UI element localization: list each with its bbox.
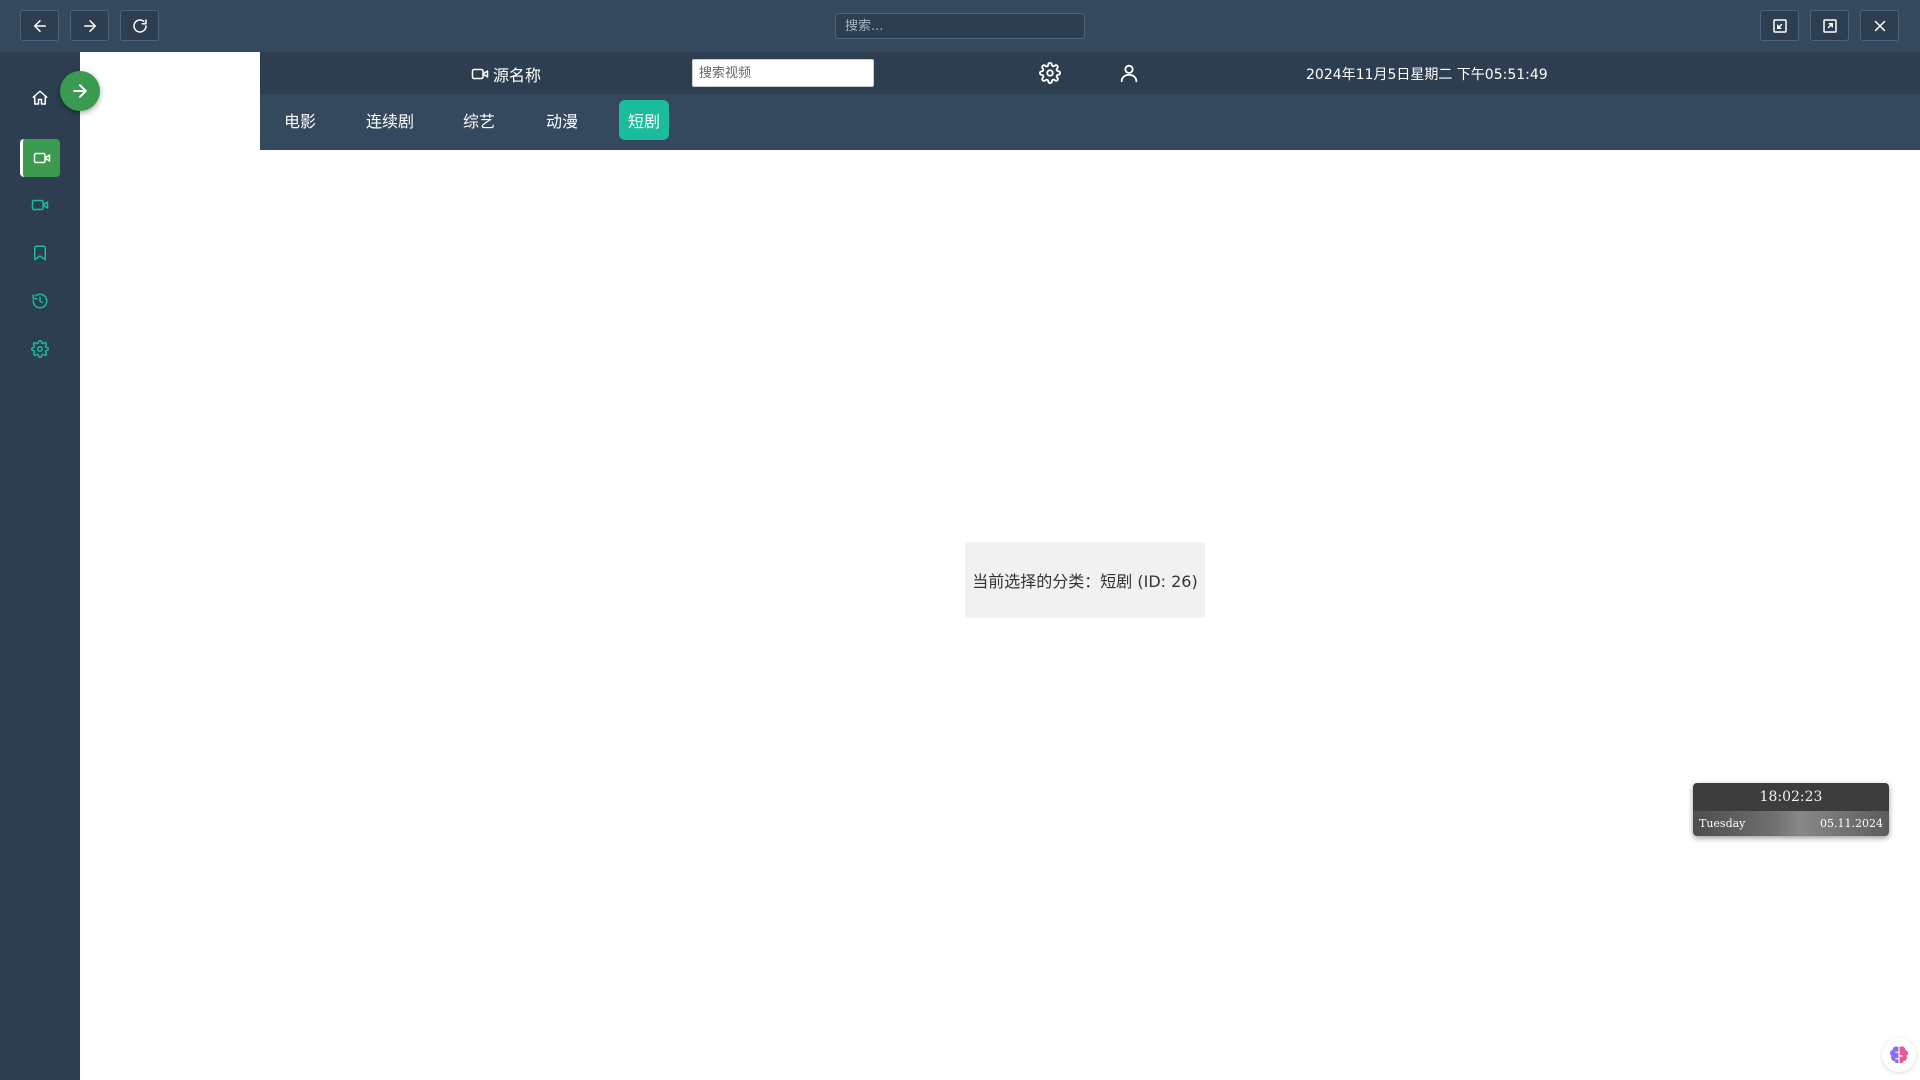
home-icon xyxy=(32,90,48,105)
expand-panel-button[interactable] xyxy=(60,71,100,111)
arrow-right-icon xyxy=(73,84,87,98)
title-bar xyxy=(0,0,1920,52)
arrow-right-icon xyxy=(83,19,96,32)
sidebar-item-home[interactable] xyxy=(20,79,60,117)
video-icon xyxy=(31,199,49,211)
bookmark-icon xyxy=(34,245,46,261)
gear-icon xyxy=(1039,62,1061,84)
category-bar: 电影 连续剧 综艺 动漫 短剧 xyxy=(260,94,1920,150)
main-header: 源名称 2024年11月5日星期二 下午05:51:49 xyxy=(260,52,1920,94)
sidebar-item-history[interactable] xyxy=(20,282,60,320)
clock-day: Tuesday xyxy=(1699,817,1746,830)
video-search-input[interactable] xyxy=(692,59,874,87)
source-name-label: 源名称 xyxy=(493,66,542,85)
side-panel xyxy=(80,52,260,150)
back-button[interactable] xyxy=(20,10,59,41)
user-button[interactable] xyxy=(1117,61,1141,85)
minimize-button[interactable] xyxy=(1760,10,1799,41)
sidebar-item-settings[interactable] xyxy=(20,330,60,368)
global-search-input[interactable] xyxy=(835,13,1085,39)
reload-button[interactable] xyxy=(120,10,159,41)
clock-date-row: Tuesday 05.11.2024 xyxy=(1693,811,1889,836)
settings-button[interactable] xyxy=(1038,61,1062,85)
assistant-button[interactable] xyxy=(1882,1038,1916,1072)
selected-category-message: 当前选择的分类：短剧 (ID: 26) xyxy=(965,542,1205,618)
category-tab-variety[interactable]: 综艺 xyxy=(454,100,504,140)
sidebar xyxy=(0,52,80,1080)
arrow-left-icon xyxy=(33,19,46,32)
sidebar-item-video-active[interactable] xyxy=(20,139,60,177)
category-tab-series[interactable]: 连续剧 xyxy=(357,100,423,140)
close-icon xyxy=(1874,20,1885,31)
maximize-button[interactable] xyxy=(1810,10,1849,41)
clock-time: 18:02:23 xyxy=(1693,783,1889,811)
reload-icon xyxy=(132,18,147,33)
video-icon xyxy=(471,68,489,80)
clock-date: 05.11.2024 xyxy=(1820,817,1883,830)
current-datetime: 2024年11月5日星期二 下午05:51:49 xyxy=(1306,67,1548,83)
video-icon xyxy=(33,152,50,164)
minimize-icon xyxy=(1772,18,1787,33)
close-button[interactable] xyxy=(1860,10,1899,41)
category-tab-movie[interactable]: 电影 xyxy=(275,100,325,140)
category-tab-anime[interactable]: 动漫 xyxy=(537,100,587,140)
category-tab-short-drama[interactable]: 短剧 xyxy=(619,100,670,140)
source-name[interactable]: 源名称 xyxy=(471,62,541,86)
history-icon xyxy=(32,293,48,309)
sidebar-item-live[interactable] xyxy=(20,186,60,224)
user-icon xyxy=(1120,64,1138,83)
brain-icon xyxy=(1890,1046,1908,1064)
forward-button[interactable] xyxy=(70,10,109,41)
sidebar-item-bookmark[interactable] xyxy=(20,234,60,272)
gear-icon xyxy=(31,340,49,358)
maximize-icon xyxy=(1822,18,1837,33)
clock-widget: 18:02:23 Tuesday 05.11.2024 xyxy=(1693,783,1889,836)
